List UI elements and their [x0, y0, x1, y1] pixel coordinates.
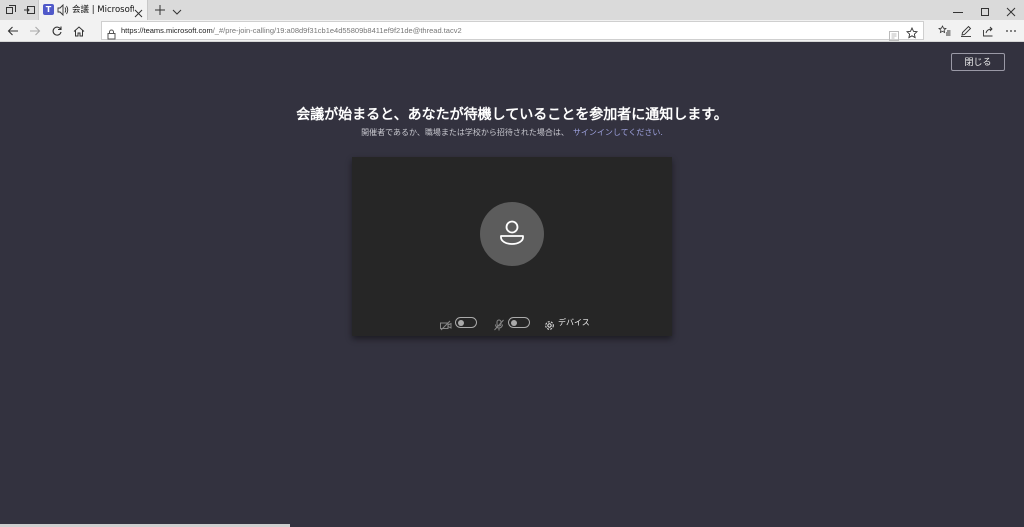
tab-teams-meeting[interactable]: T 会議 | Microsoft Teams — [38, 0, 148, 20]
refresh-icon[interactable] — [50, 24, 64, 38]
page-heading: 会議が始まると、あなたが待機していることを参加者に通知します。 — [296, 107, 728, 123]
browser-tab-bar: T 会議 | Microsoft Teams — [0, 0, 1024, 20]
device-controls: デバイス — [352, 315, 672, 331]
back-arrow-icon[interactable] — [6, 24, 20, 38]
new-tab-plus-icon[interactable] — [154, 2, 166, 21]
teams-favicon-icon: T — [43, 4, 54, 15]
more-options-icon[interactable] — [1004, 24, 1018, 38]
video-preview-panel: デバイス — [352, 157, 672, 336]
microphone-toggle[interactable] — [508, 317, 530, 328]
device-settings-button[interactable]: デバイス — [558, 317, 590, 328]
url-text[interactable]: https://teams.microsoft.com/_#/pre-join-… — [121, 26, 462, 35]
browser-navigation-bar: https://teams.microsoft.com/_#/pre-join-… — [0, 20, 1024, 42]
page-subtext: 開催者であるか、職場または学校から招待された場合は、 サインインしてください. — [0, 127, 1024, 138]
tab-actions-icon[interactable] — [4, 3, 18, 17]
audio-playing-icon[interactable] — [57, 2, 69, 21]
favorite-star-icon[interactable] — [905, 24, 919, 43]
camera-toggle-knob — [458, 319, 464, 326]
url-host: https://teams.microsoft.com — [121, 26, 213, 35]
tab-title: 会議 | Microsoft Teams — [72, 5, 134, 15]
person-icon — [500, 220, 524, 245]
url-path: /_#/pre-join-calling/19:a08d9f31cb1e4d55… — [212, 26, 462, 35]
home-icon[interactable] — [72, 24, 86, 38]
favorites-list-icon[interactable] — [937, 24, 951, 38]
pen-notes-icon[interactable] — [959, 24, 973, 38]
sign-in-link[interactable]: サインインしてください. — [573, 128, 663, 137]
gear-icon[interactable] — [544, 316, 555, 335]
share-icon[interactable] — [981, 24, 995, 38]
subtext-label: 開催者であるか、職場または学校から招待された場合は、 — [361, 128, 569, 137]
close-button[interactable]: 閉じる — [951, 53, 1005, 71]
set-aside-tabs-icon[interactable] — [22, 3, 36, 17]
address-bar[interactable]: https://teams.microsoft.com/_#/pre-join-… — [101, 21, 924, 43]
camera-off-icon — [440, 316, 452, 335]
forward-arrow-icon[interactable] — [28, 24, 42, 38]
microphone-toggle-knob — [511, 319, 517, 326]
avatar — [480, 202, 544, 266]
microphone-off-icon — [494, 316, 504, 335]
reading-view-icon[interactable] — [889, 26, 899, 45]
camera-toggle[interactable] — [455, 317, 477, 328]
lock-icon[interactable] — [107, 25, 116, 44]
